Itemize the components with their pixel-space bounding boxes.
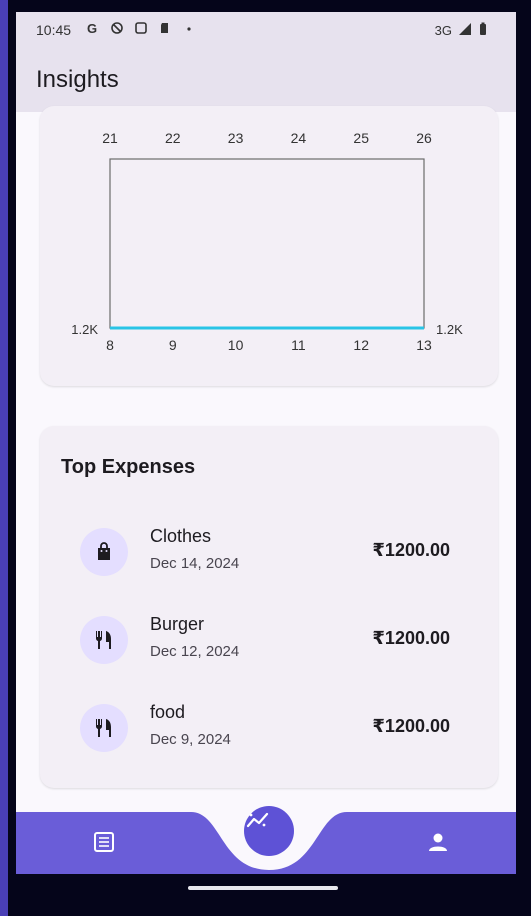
copy-icon bbox=[134, 21, 148, 35]
phone-screen: 10:45 G 3G Insights 21 22 23 24 25 26 8 … bbox=[16, 12, 516, 892]
line-chart: 21 22 23 24 25 26 8 9 10 11 12 13 1.2K 1.2K bbox=[71, 130, 463, 353]
bottom-navigation bbox=[16, 802, 516, 892]
status-bar: 10:45 G 3G bbox=[16, 12, 516, 50]
expense-item[interactable]: Clothes Dec 14, 2024 ₹1200.00 bbox=[40, 516, 498, 596]
battery-icon bbox=[478, 22, 488, 39]
top-x-tick-label: 26 bbox=[416, 130, 432, 146]
expense-item[interactable]: food Dec 9, 2024 ₹1200.00 bbox=[40, 692, 498, 772]
expense-date: Dec 14, 2024 bbox=[150, 555, 240, 572]
shopping-bag-icon bbox=[80, 528, 128, 576]
google-icon: G bbox=[86, 21, 100, 36]
person-icon[interactable] bbox=[426, 830, 450, 854]
expense-name: food bbox=[150, 702, 186, 722]
top-x-tick-label: 25 bbox=[353, 130, 369, 146]
sim-icon bbox=[158, 21, 172, 35]
chart-card: 21 22 23 24 25 26 8 9 10 11 12 13 1.2K 1.2K bbox=[40, 106, 498, 386]
y-left-tick-label: 1.2K bbox=[71, 322, 98, 337]
expense-amount: ₹1200.00 bbox=[372, 628, 450, 648]
plot-border bbox=[109, 158, 425, 329]
expense-item[interactable]: Burger Dec 12, 2024 ₹1200.00 bbox=[40, 604, 498, 684]
list-icon[interactable] bbox=[92, 830, 116, 854]
svg-text:G: G bbox=[87, 21, 97, 35]
expense-date: Dec 12, 2024 bbox=[150, 643, 240, 660]
status-icons: G bbox=[86, 21, 196, 36]
expense-date: Dec 9, 2024 bbox=[150, 731, 231, 748]
bottom-x-tick-label: 13 bbox=[416, 337, 432, 353]
bottom-x-tick-label: 10 bbox=[228, 337, 244, 353]
page-title: Insights bbox=[36, 66, 119, 93]
bottom-x-tick-label: 12 bbox=[353, 337, 369, 353]
expense-name: Burger bbox=[150, 614, 205, 634]
bottom-x-tick-label: 11 bbox=[291, 337, 306, 353]
insights-icon[interactable] bbox=[244, 806, 294, 856]
bottom-x-tick-label: 9 bbox=[169, 337, 177, 353]
signal-icon bbox=[458, 22, 472, 39]
network-type: 3G bbox=[434, 23, 452, 38]
expense-name: Clothes bbox=[150, 526, 212, 546]
expense-amount: ₹1200.00 bbox=[372, 540, 450, 560]
status-time: 10:45 bbox=[36, 22, 72, 38]
section-heading: Top Expenses bbox=[61, 456, 196, 478]
shield-icon bbox=[110, 21, 124, 35]
y-right-tick-label: 1.2K bbox=[436, 322, 463, 337]
expense-amount: ₹1200.00 bbox=[372, 716, 450, 736]
app-bar: Insights bbox=[16, 50, 516, 112]
top-x-tick-label: 24 bbox=[291, 130, 307, 146]
restaurant-icon bbox=[80, 704, 128, 752]
home-indicator[interactable] bbox=[188, 886, 338, 890]
top-x-tick-label: 22 bbox=[165, 130, 181, 146]
top-expenses-card: Top Expenses Clothes Dec 14, 2024 ₹1200.… bbox=[40, 426, 498, 788]
top-x-tick-label: 21 bbox=[102, 130, 118, 146]
restaurant-icon bbox=[80, 616, 128, 664]
dot-icon bbox=[182, 21, 196, 35]
status-right: 3G bbox=[435, 22, 488, 39]
top-x-tick-label: 23 bbox=[228, 130, 244, 146]
bottom-x-tick-label: 8 bbox=[106, 337, 114, 353]
